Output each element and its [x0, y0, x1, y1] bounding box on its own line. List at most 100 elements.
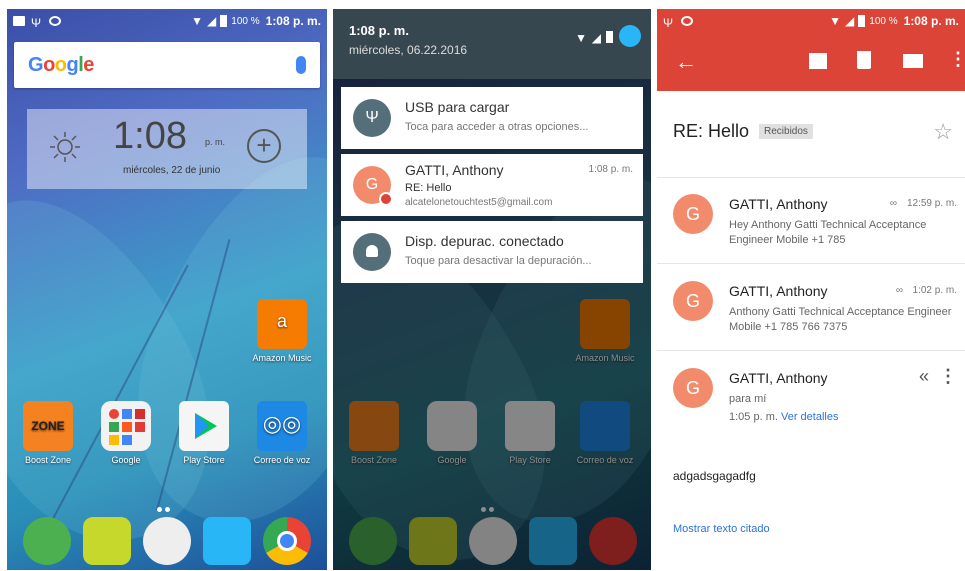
notification-title: Disp. depurac. conectado [405, 233, 564, 249]
app-boost-zone[interactable]: ZONE Boost Zone [16, 401, 80, 465]
message-time: 1:05 p. m. [729, 411, 778, 423]
back-arrow-icon[interactable]: ← [675, 49, 697, 75]
recipient-text: para mí [729, 393, 767, 405]
message-time: 12:59 p. m. [906, 198, 957, 209]
usb-icon: Ψ [353, 99, 391, 137]
battery-percent: 100 % [231, 15, 260, 27]
shade-date: miércoles, 06.22.2016 [349, 43, 468, 57]
android-icon [681, 16, 693, 26]
notification-debug[interactable]: Disp. depurac. conectado Toque para desa… [341, 221, 643, 283]
app-label: Amazon Music [252, 353, 312, 363]
message-more-icon[interactable]: ⋮ [939, 366, 957, 387]
boost-zone-icon: ZONE [23, 401, 73, 451]
notification-subtitle: Toque para desactivar la depuración... [405, 255, 592, 267]
message-collapsed[interactable]: G GATTI, Anthony ∞ 12:59 p. m. Hey Antho… [657, 178, 965, 264]
amazon-music-icon: a [257, 299, 307, 349]
sender-avatar: G [673, 281, 713, 321]
camera-icon[interactable] [83, 517, 131, 565]
widget-date: miércoles, 22 de junio [123, 165, 221, 176]
notification-account: alcatelonetouchtest5@gmail.com [405, 197, 553, 208]
app-amazon-music[interactable]: a Amazon Music [250, 299, 314, 363]
view-details-link[interactable]: Ver detalles [781, 411, 838, 423]
message-collapsed[interactable]: G GATTI, Anthony ∞ 1:02 p. m. Anthony Ga… [657, 265, 965, 351]
app-label: Play Store [183, 455, 225, 465]
label-chip[interactable]: Recibidos [759, 124, 813, 139]
notification-title: USB para cargar [405, 99, 510, 115]
clock-text: 1:08 p. m. [265, 14, 321, 28]
app-google-folder[interactable]: Google [94, 401, 158, 465]
home-screen: Ψ ▼ ◢ 100 % 1:08 p. m. Google 1:08 p. m.… [7, 9, 327, 570]
sender-avatar: G [673, 368, 713, 408]
app-drawer-icon[interactable] [143, 517, 191, 565]
usb-icon: Ψ [31, 16, 42, 30]
voicemail-icon: ◎◎ [257, 401, 307, 451]
widget-time: 1:08 [113, 115, 187, 157]
messages-icon[interactable] [203, 517, 251, 565]
notification-email[interactable]: G GATTI, Anthony 1:08 p. m. RE: Hello al… [341, 154, 643, 216]
battery-icon [858, 15, 866, 27]
battery-icon [606, 31, 613, 43]
message-snippet: Hey Anthony Gatti Technical Acceptance E… [729, 219, 927, 246]
signal-icon: ◢ [591, 31, 601, 45]
message-time: 1:02 p. m. [912, 285, 957, 296]
app-label: Boost Zone [24, 455, 72, 465]
clock-text: 1:08 p. m. [903, 14, 959, 28]
google-logo: Google [28, 53, 94, 76]
gmail-toolbar: Ψ ▼ ◢ 100 % 1:08 p. m. ← ⋮ [657, 9, 965, 91]
wifi-icon: ▼ [575, 31, 587, 45]
email-subject: RE: Hello [673, 121, 750, 141]
app-play-store[interactable]: Play Store [172, 401, 236, 465]
app-label: Google [111, 455, 141, 465]
widget-ampm: p. m. [205, 137, 226, 147]
message-snippet: Anthony Gatti Technical Acceptance Engin… [729, 306, 952, 333]
status-bar: Ψ ▼ ◢ 100 % 1:08 p. m. [7, 9, 327, 33]
app-voicemail[interactable]: ◎◎ Correo de voz [250, 401, 314, 465]
gmail-badge-icon [379, 192, 393, 206]
more-options-icon[interactable]: ⋮ [949, 49, 965, 70]
notification-subtitle: Toca para acceder a otras opciones... [405, 121, 589, 133]
clock-widget[interactable]: 1:08 p. m. miércoles, 22 de junio + [27, 109, 307, 189]
weather-sun-icon [50, 132, 80, 162]
gmail-thread-screen: Ψ ▼ ◢ 100 % 1:08 p. m. ← ⋮ RE: Hello Rec… [657, 9, 965, 570]
sender-name: GATTI, Anthony [729, 370, 828, 386]
mail-icon [13, 16, 25, 26]
notification-subject: RE: Hello [405, 182, 452, 194]
message-body: adgadsgagadfg [673, 469, 756, 483]
sender-name: GATTI, Anthony [729, 196, 828, 212]
shade-header: 1:08 p. m. miércoles, 06.22.2016 ▼ ◢ [333, 9, 651, 79]
sender-name: GATTI, Anthony [729, 283, 828, 299]
usb-icon: Ψ [663, 16, 674, 30]
mark-unread-icon[interactable] [903, 54, 923, 68]
notification-time: 1:08 p. m. [588, 164, 633, 175]
attachment-icon: ∞ [889, 198, 897, 209]
chrome-icon[interactable] [263, 517, 311, 565]
battery-percent: 100 % [869, 15, 898, 27]
add-city-icon[interactable]: + [247, 129, 281, 163]
shade-time: 1:08 p. m. [349, 23, 409, 38]
signal-icon: ◢ [845, 14, 855, 28]
notification-title: GATTI, Anthony [405, 162, 504, 178]
wifi-icon: ▼ [829, 14, 842, 28]
signal-icon: ◢ [207, 14, 217, 28]
delete-icon[interactable] [857, 51, 871, 69]
show-quoted-link[interactable]: Mostrar texto citado [673, 523, 770, 535]
battery-icon [220, 15, 228, 27]
android-debug-icon [353, 233, 391, 271]
page-indicator [157, 499, 177, 512]
sender-avatar: G [673, 194, 713, 234]
play-store-icon [179, 401, 229, 451]
android-icon [49, 16, 61, 26]
message-expanded-header[interactable]: G GATTI, Anthony « ⋮ para mí 1:05 p. m. … [657, 352, 965, 442]
archive-icon[interactable] [809, 53, 827, 69]
wifi-icon: ▼ [191, 14, 204, 28]
microphone-icon[interactable] [296, 56, 306, 74]
status-bar: Ψ ▼ ◢ 100 % 1:08 p. m. [657, 9, 965, 33]
star-icon[interactable]: ☆ [933, 119, 953, 145]
notification-usb[interactable]: Ψ USB para cargar Toca para acceder a ot… [341, 87, 643, 149]
google-search-bar[interactable]: Google [14, 42, 320, 88]
user-avatar-icon[interactable] [619, 25, 641, 47]
phone-icon[interactable] [23, 517, 71, 565]
reply-all-icon[interactable]: « [919, 366, 929, 387]
google-folder-icon [101, 401, 151, 451]
attachment-icon: ∞ [895, 285, 903, 296]
